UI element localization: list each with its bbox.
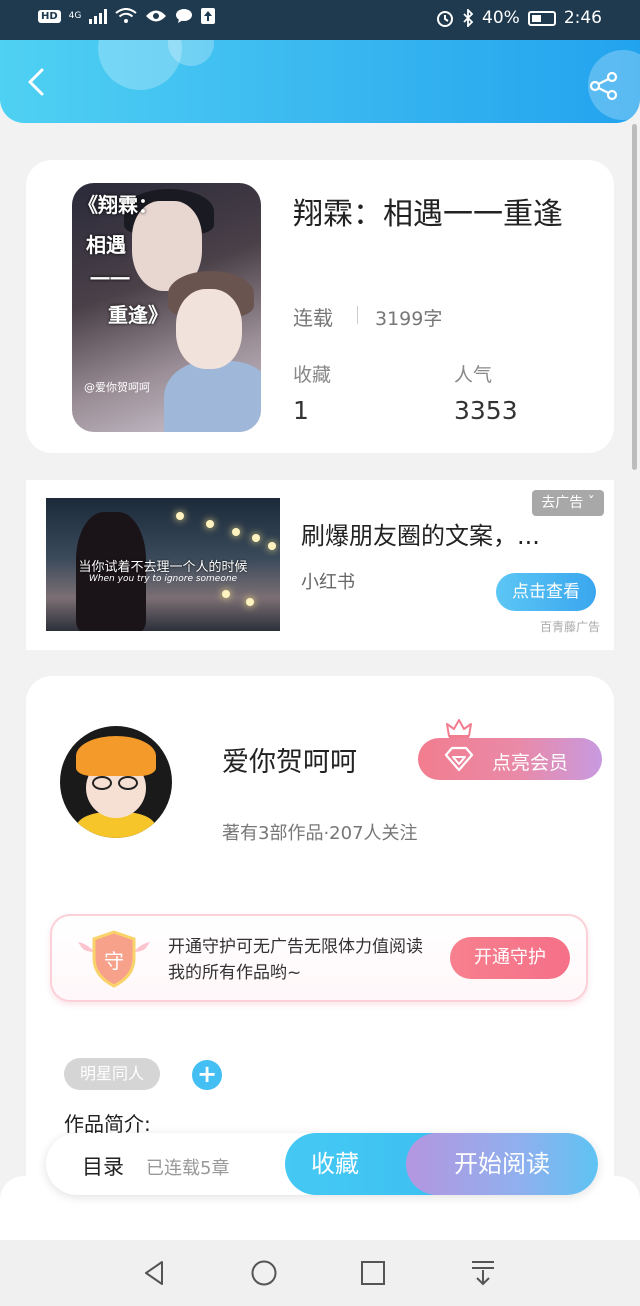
bottom-action-bar: 目录 已连载5章 收藏 开始阅读	[46, 1133, 598, 1195]
book-title: 翔霖：相遇一一重逢	[293, 197, 563, 232]
ad-provider: 百青藤广告	[540, 620, 601, 634]
cover-text-line: 《翔霖：	[78, 193, 158, 217]
chapter-count[interactable]: 已连载5章	[146, 1154, 229, 1180]
guard-shield-icon: 守	[78, 930, 150, 988]
popularity-value: 3353	[454, 396, 518, 425]
clock: 2:46	[563, 8, 602, 28]
scrollbar[interactable]	[632, 124, 637, 470]
start-reading-button[interactable]: 开始阅读	[406, 1133, 598, 1195]
book-info-card: 《翔霖： 相遇 一一 重逢》 @爱你贺呵呵 翔霖：相遇一一重逢 连载 3199字…	[26, 160, 614, 453]
cover-text-line: 相遇	[86, 233, 126, 257]
remove-ad-button[interactable]: 去广告 ˇ	[532, 490, 604, 516]
cover-text-line: 重逢》	[108, 303, 168, 327]
alarm-icon	[437, 11, 454, 27]
recents-square-icon[interactable]	[358, 1258, 388, 1288]
ad-image-caption-en: When you try to ignore someone	[88, 574, 238, 584]
ad-image-caption: 当你试着不去理一个人的时候	[78, 560, 248, 575]
bluetooth-icon	[463, 9, 474, 27]
favorites-value: 1	[293, 396, 309, 425]
ad-image[interactable]: 当你试着不去理一个人的时候 When you try to ignore som…	[46, 498, 280, 631]
ad-banner[interactable]: 当你试着不去理一个人的时候 When you try to ignore som…	[26, 480, 614, 650]
activate-guard-button[interactable]: 开通守护	[450, 937, 570, 979]
author-meta: 著有3部作品·207人关注	[222, 823, 418, 844]
share-button[interactable]	[588, 70, 620, 102]
guard-badge-text: 守	[104, 949, 124, 973]
ad-view-button[interactable]: 点击查看	[496, 573, 596, 611]
status-bar: HD 4G 40% 2:46	[0, 0, 640, 40]
cover-signature: @爱你贺呵呵	[84, 381, 150, 394]
guard-promo-banner[interactable]: 守 开通守护可无广告无限体力值阅读我的所有作品哟~ 开通守护	[50, 914, 588, 1002]
popularity-label: 人气	[454, 364, 493, 386]
guard-promo-text: 开通守护可无广告无限体力值阅读我的所有作品哟~	[168, 937, 423, 983]
plus-icon[interactable]: +	[192, 1060, 222, 1090]
message-icon	[176, 9, 193, 23]
back-button[interactable]	[20, 64, 56, 100]
home-circle-icon[interactable]	[249, 1258, 279, 1288]
wifi-icon	[115, 8, 137, 23]
favorites-label: 收藏	[293, 364, 332, 386]
category-tag[interactable]: 明星同人	[64, 1058, 160, 1090]
author-avatar[interactable]	[60, 726, 172, 838]
book-status: 连载	[293, 306, 333, 330]
crown-icon	[446, 719, 472, 739]
book-cover-image[interactable]: 《翔霖： 相遇 一一 重逢》 @爱你贺呵呵	[72, 183, 261, 432]
system-nav-bar	[0, 1240, 640, 1306]
battery-percent: 40%	[482, 8, 520, 28]
ad-source: 小红书	[301, 572, 355, 593]
top-header	[0, 40, 640, 123]
ad-title[interactable]: 刷爆朋友圈的文案，...	[301, 516, 540, 551]
upload-icon	[201, 8, 216, 24]
table-of-contents-button[interactable]: 目录	[82, 1151, 124, 1181]
network-type: 4G	[68, 10, 82, 21]
back-triangle-icon[interactable]	[140, 1258, 170, 1288]
hd-indicator: HD	[38, 9, 61, 23]
divider	[357, 306, 358, 324]
battery-icon	[527, 10, 556, 26]
vip-button-label: 点亮会员	[492, 752, 569, 774]
eye-icon	[146, 10, 167, 22]
author-name[interactable]: 爱你贺呵呵	[222, 740, 357, 779]
diamond-icon	[444, 746, 474, 772]
signal-icon	[89, 8, 108, 24]
activate-vip-button[interactable]: 点亮会员	[418, 738, 602, 780]
notification-pull-icon[interactable]	[468, 1258, 498, 1288]
cover-text-line: 一一	[90, 267, 130, 291]
word-count: 3199字	[375, 308, 443, 330]
